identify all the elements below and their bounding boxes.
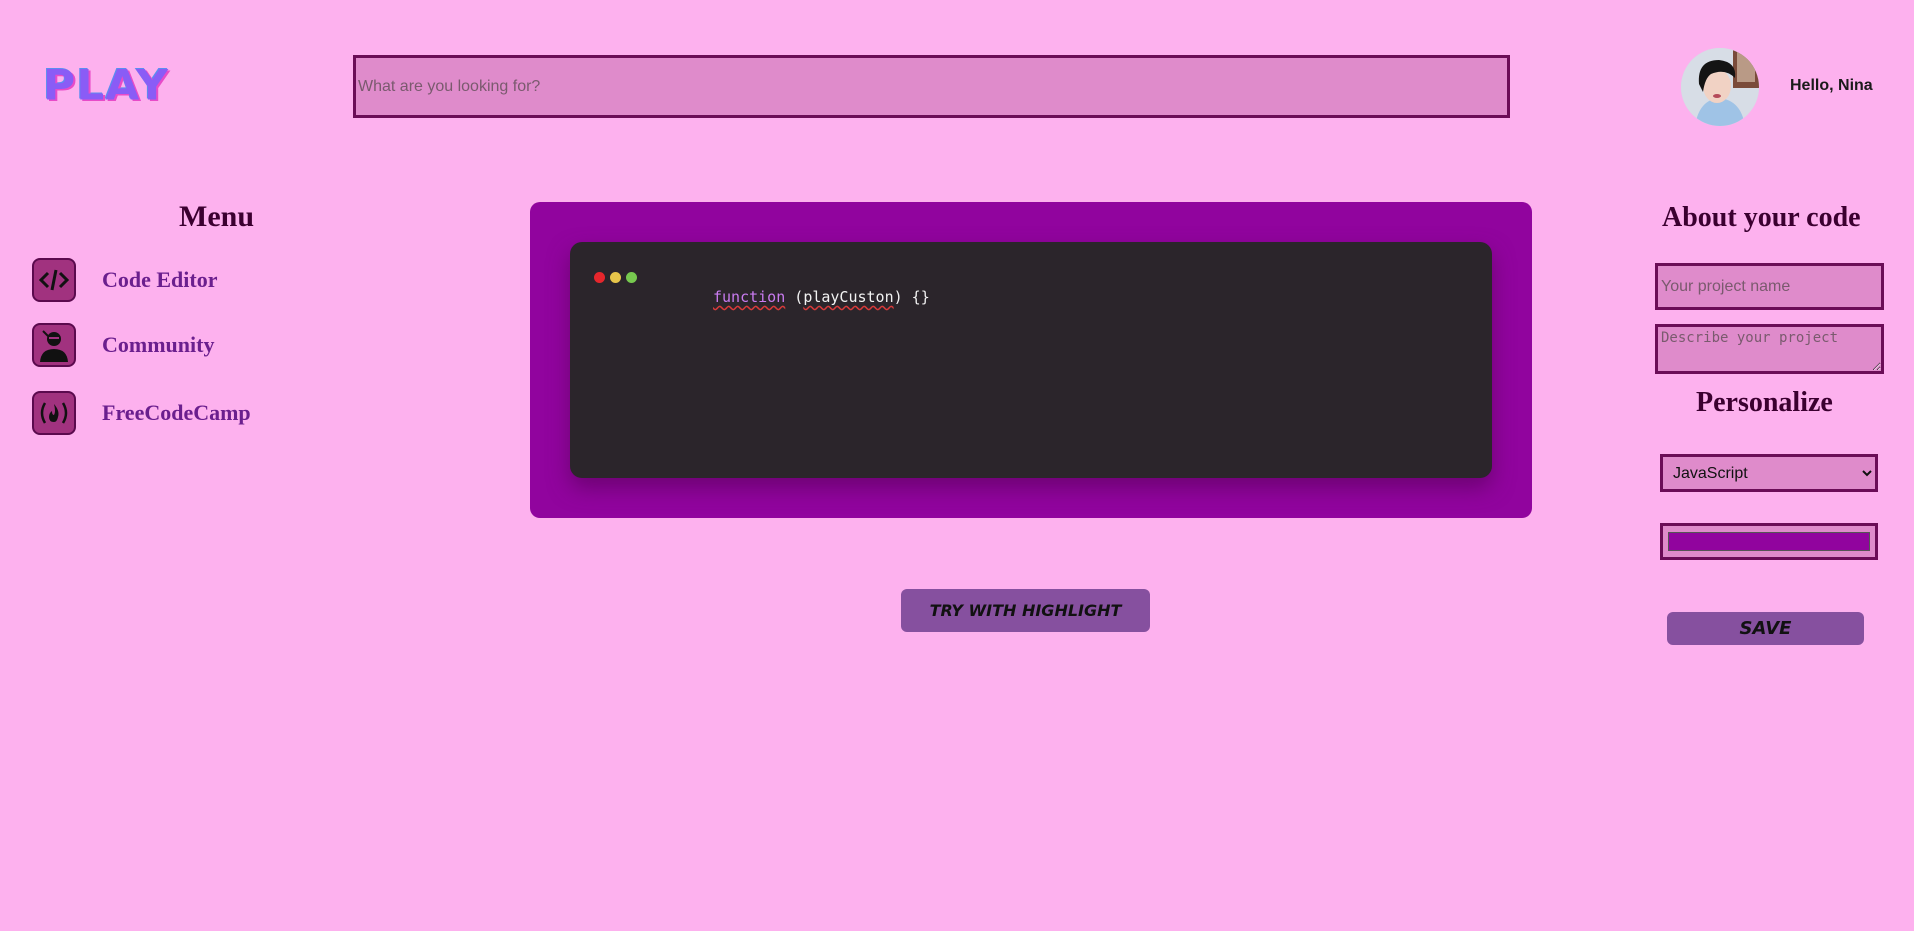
project-description-input[interactable]	[1655, 324, 1884, 374]
avatar-image	[1681, 48, 1759, 126]
avatar[interactable]	[1681, 48, 1759, 126]
menu-item-code-editor[interactable]: Code Editor	[32, 258, 218, 302]
fire-icon	[32, 391, 76, 435]
code-text-prefix: (	[785, 288, 804, 306]
menu-item-label: FreeCodeCamp	[102, 400, 251, 425]
logo[interactable]: PLAY	[43, 63, 169, 109]
project-name-input[interactable]	[1655, 263, 1884, 310]
menu-item-community[interactable]: Community	[32, 323, 214, 367]
about-title: About your code	[1662, 202, 1861, 233]
search-input[interactable]	[353, 55, 1510, 118]
code-editor-frame: function (playCuston) {}	[530, 202, 1532, 518]
code-editor[interactable]: function (playCuston) {}	[570, 242, 1492, 478]
try-highlight-button[interactable]: TRY WITH HIGHLIGHT	[901, 589, 1150, 632]
code-identifier: playCuston	[803, 288, 894, 306]
color-swatch	[1668, 532, 1870, 551]
code-line[interactable]: function (playCuston) {}	[713, 288, 930, 306]
maximize-dot-icon	[626, 272, 637, 283]
code-text-suffix: ) {}	[893, 288, 930, 306]
menu-title: Menu	[179, 200, 254, 233]
minimize-dot-icon	[610, 272, 621, 283]
menu-item-label: Community	[102, 332, 215, 357]
code-keyword: function	[713, 288, 786, 306]
color-picker[interactable]	[1660, 523, 1878, 560]
personalize-title: Personalize	[1696, 387, 1833, 418]
language-select[interactable]: JavaScript	[1660, 454, 1878, 492]
close-dot-icon	[594, 272, 605, 283]
code-icon	[32, 258, 76, 302]
save-button[interactable]: SAVE	[1667, 612, 1864, 645]
user-icon	[32, 323, 76, 367]
menu-item-label: Code Editor	[102, 267, 218, 292]
menu-item-freecodecamp[interactable]: FreeCodeCamp	[32, 391, 251, 435]
greeting-text: Hello, Nina	[1790, 77, 1873, 94]
